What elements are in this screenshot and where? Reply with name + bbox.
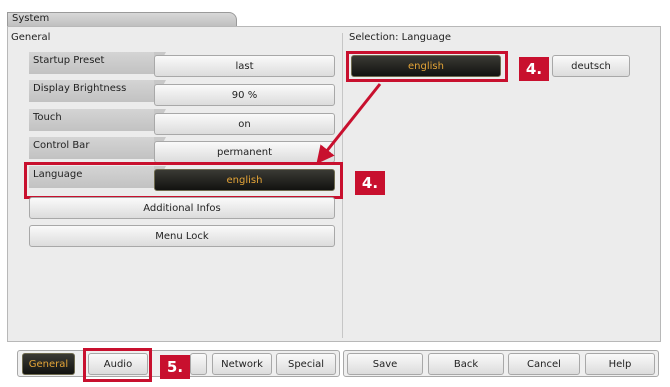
step-5-badge: 5. [160, 355, 190, 379]
back-button[interactable]: Back [428, 353, 504, 375]
help-button[interactable]: Help [585, 353, 655, 375]
cancel-button[interactable]: Cancel [508, 353, 580, 375]
tab-network[interactable]: Network [212, 353, 272, 375]
system-window: System General Startup Preset last Displ… [0, 0, 670, 387]
audio-highlight-box [83, 348, 152, 382]
tab-hidden[interactable] [190, 353, 207, 375]
save-button[interactable]: Save [347, 353, 423, 375]
tab-special[interactable]: Special [276, 353, 336, 375]
tab-general[interactable]: General [22, 353, 75, 375]
annotation-arrow [316, 83, 382, 165]
